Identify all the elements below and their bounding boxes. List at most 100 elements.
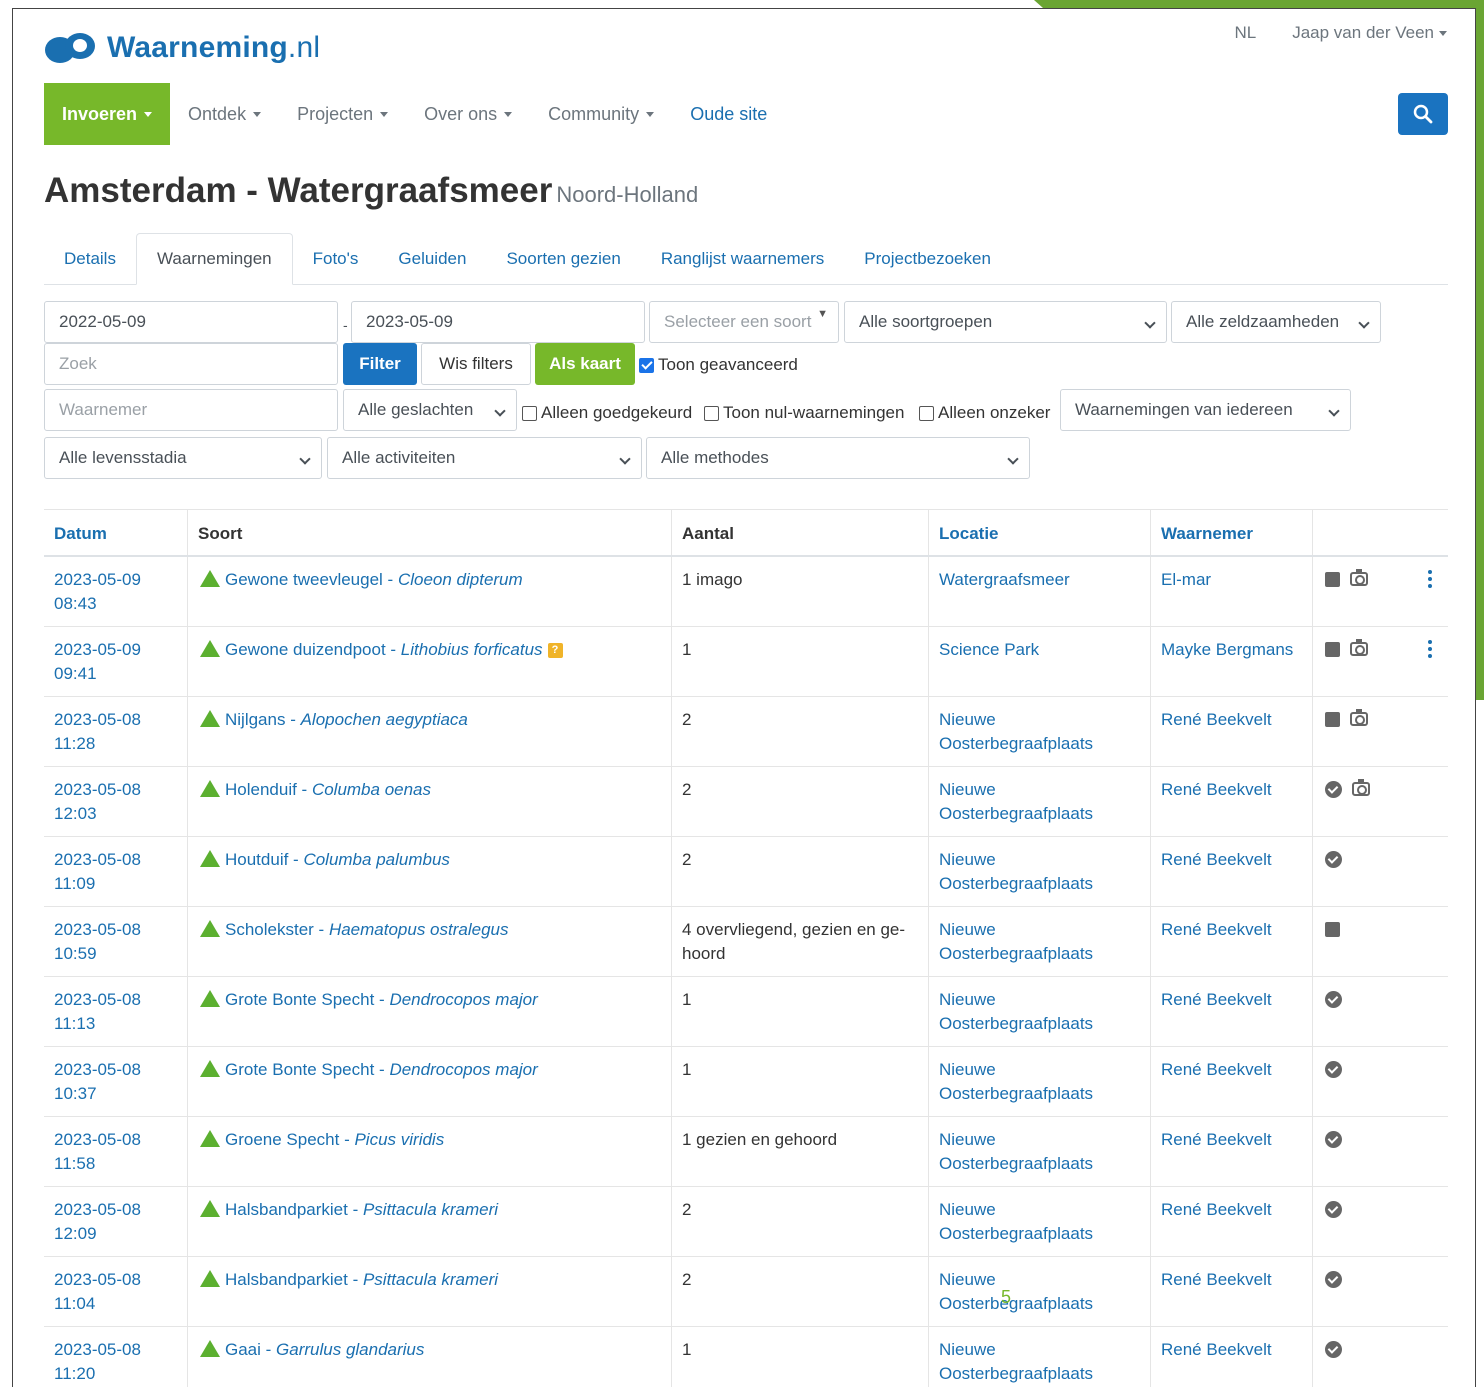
approved-only-checkbox[interactable]: Alleen goedgekeurd — [522, 401, 692, 425]
advanced-toggle[interactable]: Toon geavanceerd — [639, 353, 798, 377]
observer-cell[interactable]: El-mar — [1150, 557, 1312, 626]
tab-soorten-gezien[interactable]: Soorten gezien — [486, 233, 640, 285]
nav-ontdek[interactable]: Ontdek — [170, 83, 279, 145]
location-cell[interactable]: Watergraafsmeer — [928, 557, 1150, 626]
show-null-checkbox[interactable]: Toon nul-waarnemingen — [704, 401, 904, 425]
header-count[interactable]: Aantal — [671, 510, 928, 555]
scientific-name[interactable]: Alopochen aegyptiaca — [301, 710, 468, 729]
record-icon[interactable] — [1325, 712, 1340, 727]
species-group-select[interactable]: Alle soortgroepen — [844, 301, 1167, 343]
species-name[interactable]: Houtduif — [225, 850, 288, 869]
header-date[interactable]: Datum — [44, 510, 187, 555]
location-cell[interactable]: Nieuwe Oosterbegraafplaats — [928, 837, 1150, 906]
location-cell[interactable]: Nieuwe Oosterbegraafplaats — [928, 697, 1150, 766]
location-cell[interactable]: Science Park — [928, 627, 1150, 696]
species-cell[interactable]: Holenduif - Columba oenas — [187, 767, 671, 836]
species-cell[interactable]: Grote Bonte Specht - Dendrocopos major — [187, 1047, 671, 1116]
species-cell[interactable]: Grote Bonte Specht - Dendrocopos major — [187, 977, 671, 1046]
validated-badge-icon[interactable] — [1325, 1201, 1342, 1218]
scientific-name[interactable]: Columba oenas — [312, 780, 431, 799]
tab-geluiden[interactable]: Geluiden — [378, 233, 486, 285]
scientific-name[interactable]: Dendrocopos major — [389, 990, 537, 1009]
scientific-name[interactable]: Cloeon dipterum — [398, 570, 523, 589]
species-cell[interactable]: Groene Specht - Picus viridis — [187, 1117, 671, 1186]
observer-cell[interactable]: René Beekvelt — [1150, 907, 1312, 976]
species-name[interactable]: Holenduif — [225, 780, 297, 799]
rarity-select[interactable]: Alle zeldzaamheden — [1171, 301, 1381, 343]
kebab-menu-icon[interactable] — [1428, 570, 1432, 588]
species-name[interactable]: Nijlgans — [225, 710, 285, 729]
scientific-name[interactable]: Columba palumbus — [303, 850, 449, 869]
observer-cell[interactable]: René Beekvelt — [1150, 977, 1312, 1046]
uncertain-only-checkbox[interactable]: Alleen onzeker — [919, 401, 1050, 425]
camera-icon[interactable] — [1350, 639, 1368, 656]
date-cell[interactable]: 2023-05-08 10:59 — [44, 907, 187, 976]
species-cell[interactable]: Scholekster - Haematopus ostralegus — [187, 907, 671, 976]
sex-select[interactable]: Alle geslachten — [343, 389, 517, 431]
user-menu[interactable]: Jaap van der Veen — [1292, 23, 1447, 43]
location-cell[interactable]: Nieuwe Oosterbegraafplaats — [928, 1117, 1150, 1186]
species-cell[interactable]: Halsbandparkiet - Psittacula krameri — [187, 1187, 671, 1256]
tab-fotos[interactable]: Foto's — [293, 233, 379, 285]
species-name[interactable]: Halsbandparkiet — [225, 1200, 348, 1219]
location-cell[interactable]: Nieuwe Oosterbegraafplaats — [928, 1187, 1150, 1256]
validated-badge-icon[interactable] — [1325, 851, 1342, 868]
scientific-name[interactable]: Garrulus glandarius — [276, 1340, 424, 1359]
species-name[interactable]: Scholekster — [225, 920, 314, 939]
validated-badge-icon[interactable] — [1325, 1131, 1342, 1148]
location-cell[interactable]: Nieuwe Oosterbegraafplaats — [928, 907, 1150, 976]
camera-icon[interactable] — [1352, 779, 1370, 796]
date-from-input[interactable]: 2022-05-09 — [44, 301, 338, 343]
species-name[interactable]: Gewone duizendpoot — [225, 640, 386, 659]
nav-over-ons[interactable]: Over ons — [406, 83, 530, 145]
species-cell[interactable]: Halsbandparkiet - Psittacula krameri — [187, 1257, 671, 1326]
record-icon[interactable] — [1325, 922, 1340, 937]
species-select[interactable]: Selecteer een soort ▼ — [649, 301, 839, 343]
site-logo[interactable]: Waarneming.nl — [45, 31, 320, 65]
observer-cell[interactable]: René Beekvelt — [1150, 1327, 1312, 1387]
tab-ranglijst[interactable]: Ranglijst waarnemers — [641, 233, 844, 285]
observer-cell[interactable]: Mayke Bergmans — [1150, 627, 1312, 696]
filter-button[interactable]: Filter — [343, 343, 417, 385]
camera-icon[interactable] — [1350, 569, 1368, 586]
observer-cell[interactable]: René Beekvelt — [1150, 1117, 1312, 1186]
scientific-name[interactable]: Dendrocopos major — [389, 1060, 537, 1079]
scientific-name[interactable]: Haematopus ostralegus — [329, 920, 509, 939]
record-icon[interactable] — [1325, 642, 1340, 657]
observer-cell[interactable]: René Beekvelt — [1150, 1187, 1312, 1256]
observer-cell[interactable]: René Beekvelt — [1150, 1257, 1312, 1326]
scientific-name[interactable]: Picus viridis — [354, 1130, 444, 1149]
clear-filters-button[interactable]: Wis filters — [421, 343, 531, 385]
validated-badge-icon[interactable] — [1325, 1061, 1342, 1078]
search-button[interactable] — [1398, 93, 1448, 135]
date-cell[interactable]: 2023-05-09 09:41 — [44, 627, 187, 696]
species-name[interactable]: Grote Bonte Specht — [225, 1060, 374, 1079]
species-cell[interactable]: Nijlgans - Alopochen aegyptiaca — [187, 697, 671, 766]
species-cell[interactable]: Gaai - Garrulus glandarius — [187, 1327, 671, 1387]
search-input[interactable]: Zoek — [44, 343, 338, 385]
location-cell[interactable]: Nieuwe Oosterbegraafplaats — [928, 1047, 1150, 1116]
nav-projecten[interactable]: Projecten — [279, 83, 406, 145]
tab-projectbezoeken[interactable]: Projectbezoeken — [844, 233, 1011, 285]
date-cell[interactable]: 2023-05-08 11:28 — [44, 697, 187, 766]
species-cell[interactable]: Gewone duizendpoot - Lithobius forficatu… — [187, 627, 671, 696]
observer-cell[interactable]: René Beekvelt — [1150, 1047, 1312, 1116]
date-cell[interactable]: 2023-05-08 11:13 — [44, 977, 187, 1046]
location-cell[interactable]: Nieuwe Oosterbegraafplaats — [928, 767, 1150, 836]
header-observer[interactable]: Waarnemer — [1150, 510, 1312, 555]
species-name[interactable]: Grote Bonte Specht — [225, 990, 374, 1009]
record-icon[interactable] — [1325, 572, 1340, 587]
date-cell[interactable]: 2023-05-08 11:58 — [44, 1117, 187, 1186]
species-name[interactable]: Halsbandparkiet — [225, 1270, 348, 1289]
camera-icon[interactable] — [1350, 709, 1368, 726]
observer-cell[interactable]: René Beekvelt — [1150, 767, 1312, 836]
header-location[interactable]: Locatie — [928, 510, 1150, 555]
date-cell[interactable]: 2023-05-08 11:04 — [44, 1257, 187, 1326]
observations-of-select[interactable]: Waarnemingen van iedereen — [1060, 389, 1351, 431]
nav-invoeren[interactable]: Invoeren — [44, 83, 171, 145]
species-name[interactable]: Gewone tweevleugel — [225, 570, 383, 589]
date-cell[interactable]: 2023-05-08 10:37 — [44, 1047, 187, 1116]
date-cell[interactable]: 2023-05-08 11:20 — [44, 1327, 187, 1387]
life-stage-select[interactable]: Alle levensstadia — [44, 437, 322, 479]
language-switch[interactable]: NL — [1234, 23, 1256, 43]
